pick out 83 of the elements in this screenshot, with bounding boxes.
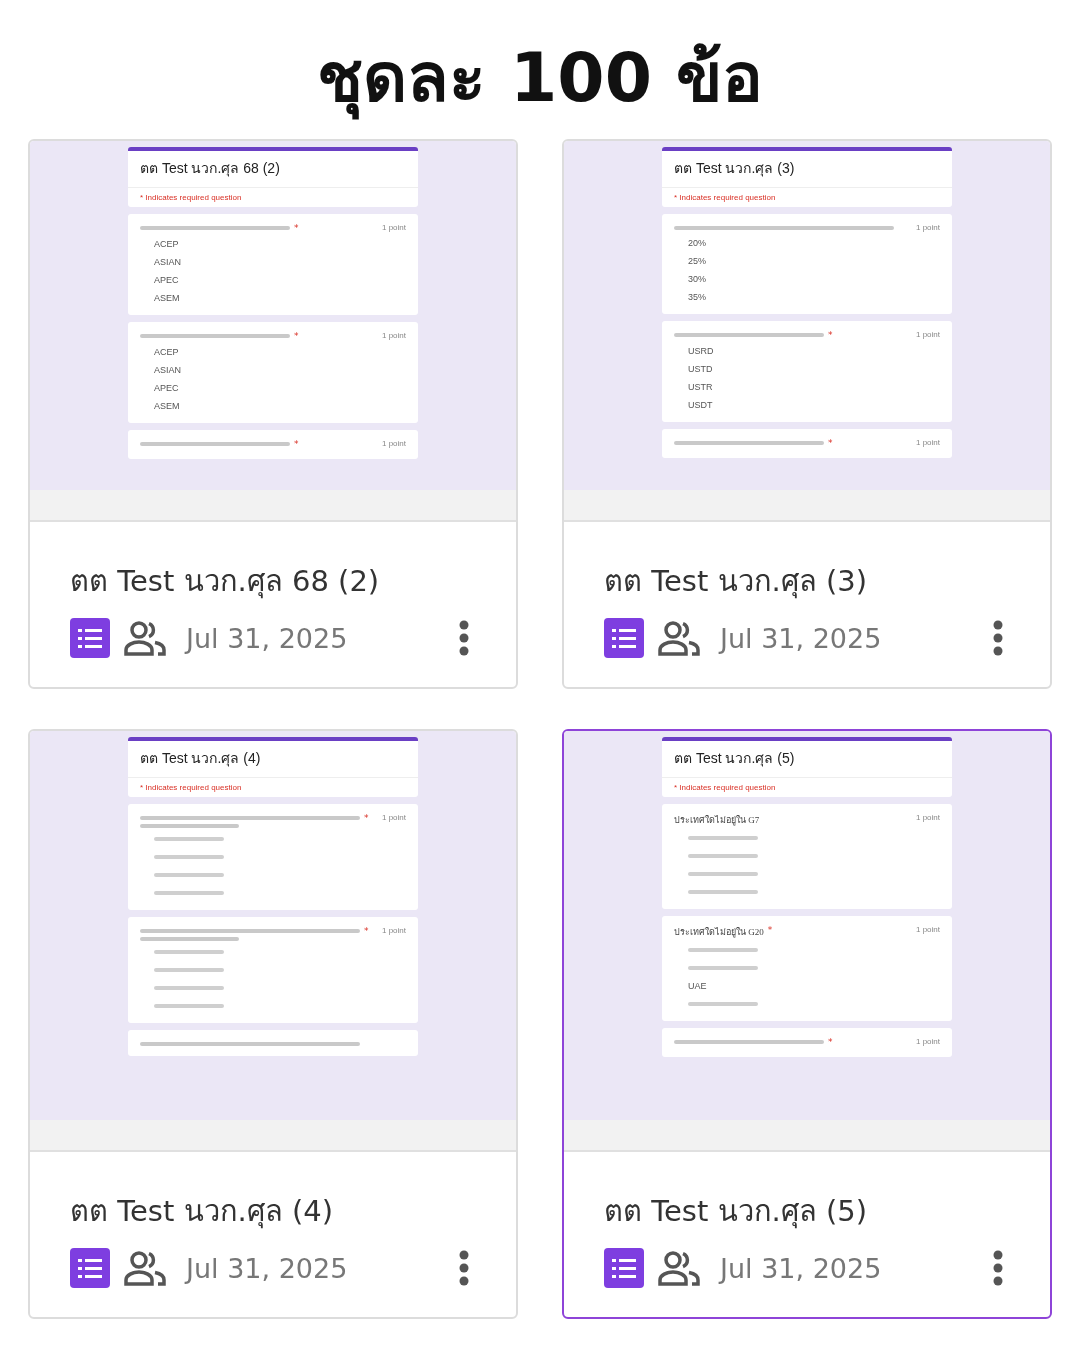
date-label: Jul 31, 2025 bbox=[720, 622, 882, 654]
form-title: ตต Test นวก.ศุล (3) bbox=[662, 151, 952, 189]
form-card[interactable]: ตต Test นวก.ศุล (3) * Indicates required question 1 point 20% 25% 30% 35% * 1 point USRD USTD USTR USDT * 1 point ตต Test นวก.ศุล (3) Jul 31, 2025 bbox=[562, 139, 1052, 690]
question-text: ประเทศใดไม่อยู่ใน G20 bbox=[674, 926, 764, 940]
date-label: Jul 31, 2025 bbox=[720, 1252, 882, 1284]
blurred-option bbox=[154, 873, 224, 878]
blurred-option bbox=[688, 854, 758, 859]
date-label: Jul 31, 2025 bbox=[186, 622, 348, 654]
points-label: 1 point bbox=[381, 331, 406, 341]
required-note: * Indicates required question bbox=[673, 192, 777, 205]
points-label: 1 point bbox=[915, 1037, 940, 1047]
blurred-option bbox=[154, 891, 224, 896]
required-mark: * bbox=[294, 439, 299, 450]
blurred-option bbox=[154, 968, 224, 973]
blurred-option bbox=[154, 1004, 224, 1009]
card-title: ตต Test นวก.ศุล 68 (2) bbox=[70, 563, 381, 601]
points-label: 1 point bbox=[915, 223, 940, 233]
points-label: 1 point bbox=[915, 925, 940, 935]
forms-icon bbox=[70, 1248, 110, 1289]
blurred-option bbox=[688, 966, 758, 971]
blurred-option bbox=[154, 855, 224, 860]
required-note: * Indicates required question bbox=[139, 782, 243, 795]
card-title: ตต Test นวก.ศุล (4) bbox=[70, 1193, 335, 1231]
points-label: 1 point bbox=[381, 813, 406, 823]
option-label: APEC bbox=[153, 274, 179, 288]
option-label: 25% bbox=[687, 255, 706, 269]
blurred-option bbox=[688, 890, 758, 895]
blurred-option bbox=[154, 837, 224, 842]
points-label: 1 point bbox=[381, 439, 406, 449]
required-mark: * bbox=[767, 925, 773, 936]
points-label: 1 point bbox=[915, 330, 940, 340]
required-mark: * bbox=[364, 813, 369, 824]
date-label: Jul 31, 2025 bbox=[186, 1252, 348, 1284]
option-label: USDT bbox=[687, 399, 713, 413]
option-label: ASEM bbox=[153, 400, 180, 414]
points-label: 1 point bbox=[915, 438, 940, 448]
form-card[interactable]: ตต Test นวก.ศุล (5) * Indicates required question ประเทศใดไม่อยู่ใน G7 1 point ประเทศใดไม่อยู่ใน G20 * 1 point UAE * 1 point ตต Test นวก.ศุล (5) Jul 31, 2025 bbox=[562, 729, 1052, 1320]
forms-icon bbox=[604, 618, 644, 659]
blurred-option bbox=[688, 836, 758, 841]
question-text: ประเทศใดไม่อยู่ใน G7 bbox=[674, 814, 760, 828]
required-mark: * bbox=[294, 223, 299, 234]
points-label: 1 point bbox=[381, 926, 406, 936]
option-label: USTD bbox=[687, 363, 713, 377]
points-label: 1 point bbox=[915, 813, 940, 823]
form-card[interactable]: ตต Test นวก.ศุล (4) * Indicates required question * 1 point * 1 point ตต Test นวก.ศุล (4) Jul 31, 2025 bbox=[28, 729, 518, 1320]
form-card[interactable]: ตต Test นวก.ศุล 68 (2) * Indicates required question * 1 point ACEP ASIAN APEC ASEM * 1 point ACEP ASIAN APEC ASEM * 1 point ตต Test นวก.ศุล 68 (2) Jul 31, 2025 bbox=[28, 139, 518, 690]
forms-icon bbox=[604, 1248, 644, 1289]
required-mark: * bbox=[828, 1037, 833, 1048]
option-label: USTR bbox=[687, 381, 713, 395]
option-label: ASIAN bbox=[153, 364, 181, 378]
blurred-option bbox=[688, 1002, 758, 1007]
blurred-option bbox=[688, 948, 758, 953]
blurred-option bbox=[154, 986, 224, 991]
people-icon bbox=[124, 620, 166, 657]
form-title: ตต Test นวก.ศุล 68 (2) bbox=[128, 151, 418, 189]
card-title: ตต Test นวก.ศุล (3) bbox=[604, 563, 869, 601]
required-note: * Indicates required question bbox=[673, 782, 777, 795]
option-label: ACEP bbox=[153, 346, 179, 360]
required-mark: * bbox=[828, 330, 833, 341]
option-label: 20% bbox=[687, 237, 706, 251]
page-heading: ชุดละ 100 ข้อ bbox=[317, 30, 763, 126]
required-mark: * bbox=[364, 926, 369, 937]
form-title: ตต Test นวก.ศุล (4) bbox=[128, 741, 418, 779]
option-label: ASIAN bbox=[153, 256, 181, 270]
option-label: 35% bbox=[687, 291, 706, 305]
card-title: ตต Test นวก.ศุล (5) bbox=[604, 1193, 869, 1231]
people-icon bbox=[124, 1250, 166, 1287]
required-mark: * bbox=[828, 438, 833, 449]
blurred-option bbox=[154, 950, 224, 955]
points-label: 1 point bbox=[381, 223, 406, 233]
form-title: ตต Test นวก.ศุล (5) bbox=[662, 741, 952, 779]
forms-icon bbox=[70, 618, 110, 659]
option-label: ASEM bbox=[153, 292, 180, 306]
required-mark: * bbox=[294, 331, 299, 342]
option-label: USRD bbox=[687, 345, 714, 359]
people-icon bbox=[658, 1250, 700, 1287]
blurred-option bbox=[688, 872, 758, 877]
option-label: 30% bbox=[687, 273, 706, 287]
option-label: APEC bbox=[153, 382, 179, 396]
option-label: ACEP bbox=[153, 238, 179, 252]
people-icon bbox=[658, 620, 700, 657]
option-label: UAE bbox=[687, 980, 707, 994]
required-note: * Indicates required question bbox=[139, 192, 243, 205]
